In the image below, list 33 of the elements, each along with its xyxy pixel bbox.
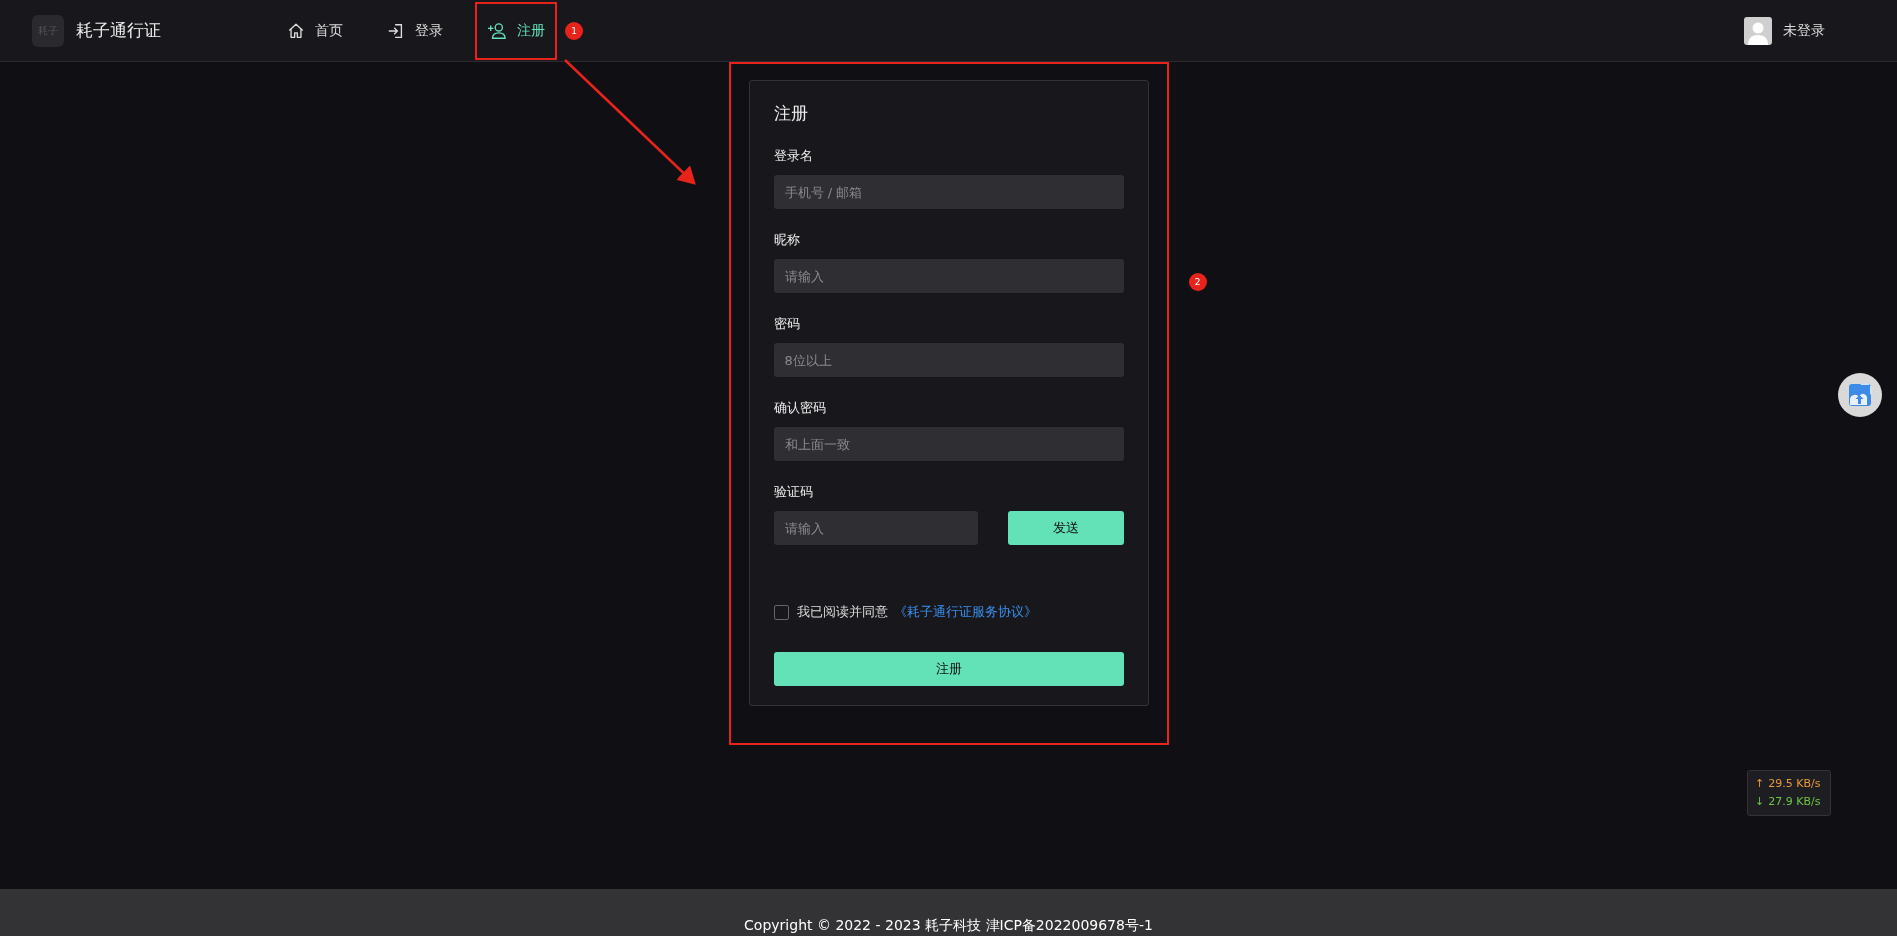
field-label: 登录名	[773, 147, 814, 165]
avatar-icon[interactable]	[1744, 16, 1772, 45]
annotation-badge: 2	[1188, 273, 1207, 291]
input-field[interactable]: 8位以上	[773, 343, 1124, 377]
nav-link[interactable]: 登录	[375, 13, 455, 48]
form-title: 注册	[773, 102, 809, 125]
login-icon	[387, 21, 405, 40]
input-field[interactable]: 请输入	[773, 259, 1124, 293]
login-status[interactable]: 未登录	[1783, 21, 1825, 40]
nav-link[interactable]: 首页	[275, 13, 355, 48]
field-label: 确认密码	[773, 399, 827, 417]
speed-arrow: ↓	[1755, 794, 1765, 810]
checkbox[interactable]	[773, 604, 789, 620]
field-label: 验证码	[773, 483, 814, 501]
field-label: 昵称	[773, 231, 801, 249]
input-field[interactable]: 请输入	[773, 511, 978, 545]
speed-rate: 29.5 KB/s	[1768, 776, 1821, 792]
upload-icon	[1848, 383, 1872, 407]
floating-button[interactable]	[1838, 373, 1882, 417]
home-icon	[287, 21, 305, 40]
add-user-icon	[487, 21, 507, 40]
register-button[interactable]: 注册	[773, 652, 1124, 686]
annotation-badge: 1	[565, 21, 583, 40]
send-button[interactable]: 发送	[1007, 511, 1124, 545]
speed-rate: 27.9 KB/s	[1768, 794, 1821, 810]
speed-arrow: ↑	[1755, 776, 1765, 792]
nav-link[interactable]: 注册	[475, 13, 557, 48]
input-field[interactable]: 手机号 / 邮箱	[773, 175, 1124, 209]
site-title: 耗子通行证	[76, 19, 161, 42]
agreement-link[interactable]: 《耗子通行证服务协议》	[893, 603, 1037, 621]
field-label: 密码	[773, 315, 801, 333]
copyright-text: Copyright © 2022 - 2023 耗子科技 津ICP备2022009678号-1	[744, 916, 1153, 935]
agreement-text: 我已阅读并同意	[796, 603, 888, 621]
